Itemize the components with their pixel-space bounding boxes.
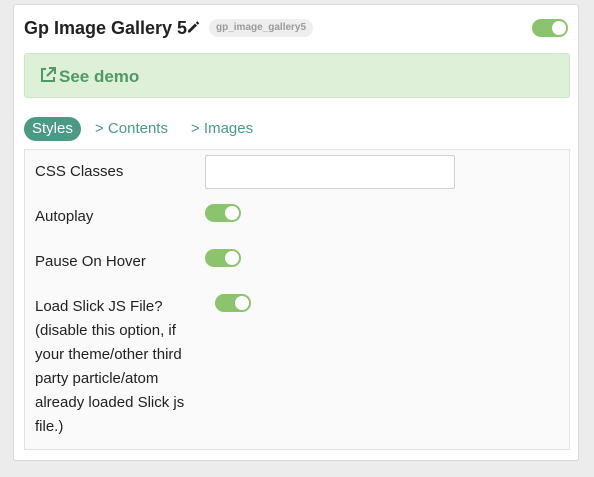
- see-demo-label: See demo: [59, 67, 140, 86]
- settings-table: CSS Classes Autoplay Pause On Hover Load…: [24, 149, 570, 450]
- demo-banner: See demo: [24, 53, 570, 98]
- external-link-icon: [39, 66, 57, 84]
- particle-card: Gp Image Gallery 5 gp_image_gallery5 See…: [13, 4, 579, 461]
- autoplay-toggle[interactable]: [205, 204, 241, 222]
- load-slick-label-line: file.): [35, 418, 64, 435]
- toggle-knob: [552, 21, 566, 35]
- toggle-knob: [225, 251, 239, 265]
- tab-contents[interactable]: > Contents: [95, 117, 168, 141]
- load-slick-toggle[interactable]: [215, 294, 251, 312]
- load-slick-label-line: party particle/atom: [35, 370, 159, 387]
- card-header: Gp Image Gallery 5 gp_image_gallery5: [24, 17, 568, 43]
- see-demo-link[interactable]: See demo: [39, 66, 139, 87]
- setting-row-css-classes: CSS Classes: [25, 150, 569, 196]
- css-classes-label: CSS Classes: [35, 163, 124, 180]
- load-slick-label: Load Slick JS File? (disable this option…: [35, 295, 184, 439]
- load-slick-label-line: already loaded Slick js: [35, 394, 185, 411]
- setting-row-load-slick: Load Slick JS File? (disable this option…: [25, 285, 569, 449]
- particle-enable-toggle[interactable]: [532, 19, 568, 37]
- setting-row-autoplay: Autoplay: [25, 195, 569, 241]
- pause-on-hover-toggle[interactable]: [205, 249, 241, 267]
- toggle-knob: [235, 296, 249, 310]
- tab-images[interactable]: > Images: [191, 117, 253, 141]
- load-slick-label-line: (disable this option, if: [35, 322, 176, 339]
- pause-on-hover-label: Pause On Hover: [35, 253, 146, 270]
- setting-row-pause-on-hover: Pause On Hover: [25, 240, 569, 286]
- tab-styles[interactable]: Styles: [24, 117, 81, 141]
- css-classes-input[interactable]: [205, 155, 455, 189]
- load-slick-label-line: Load Slick JS File?: [35, 298, 163, 315]
- particle-id-badge: gp_image_gallery5: [209, 19, 314, 37]
- autoplay-label: Autoplay: [35, 208, 94, 225]
- toggle-knob: [225, 206, 239, 220]
- card-title: Gp Image Gallery 5: [24, 18, 188, 38]
- load-slick-label-line: your theme/other third: [35, 346, 182, 363]
- pencil-icon[interactable]: [186, 20, 200, 34]
